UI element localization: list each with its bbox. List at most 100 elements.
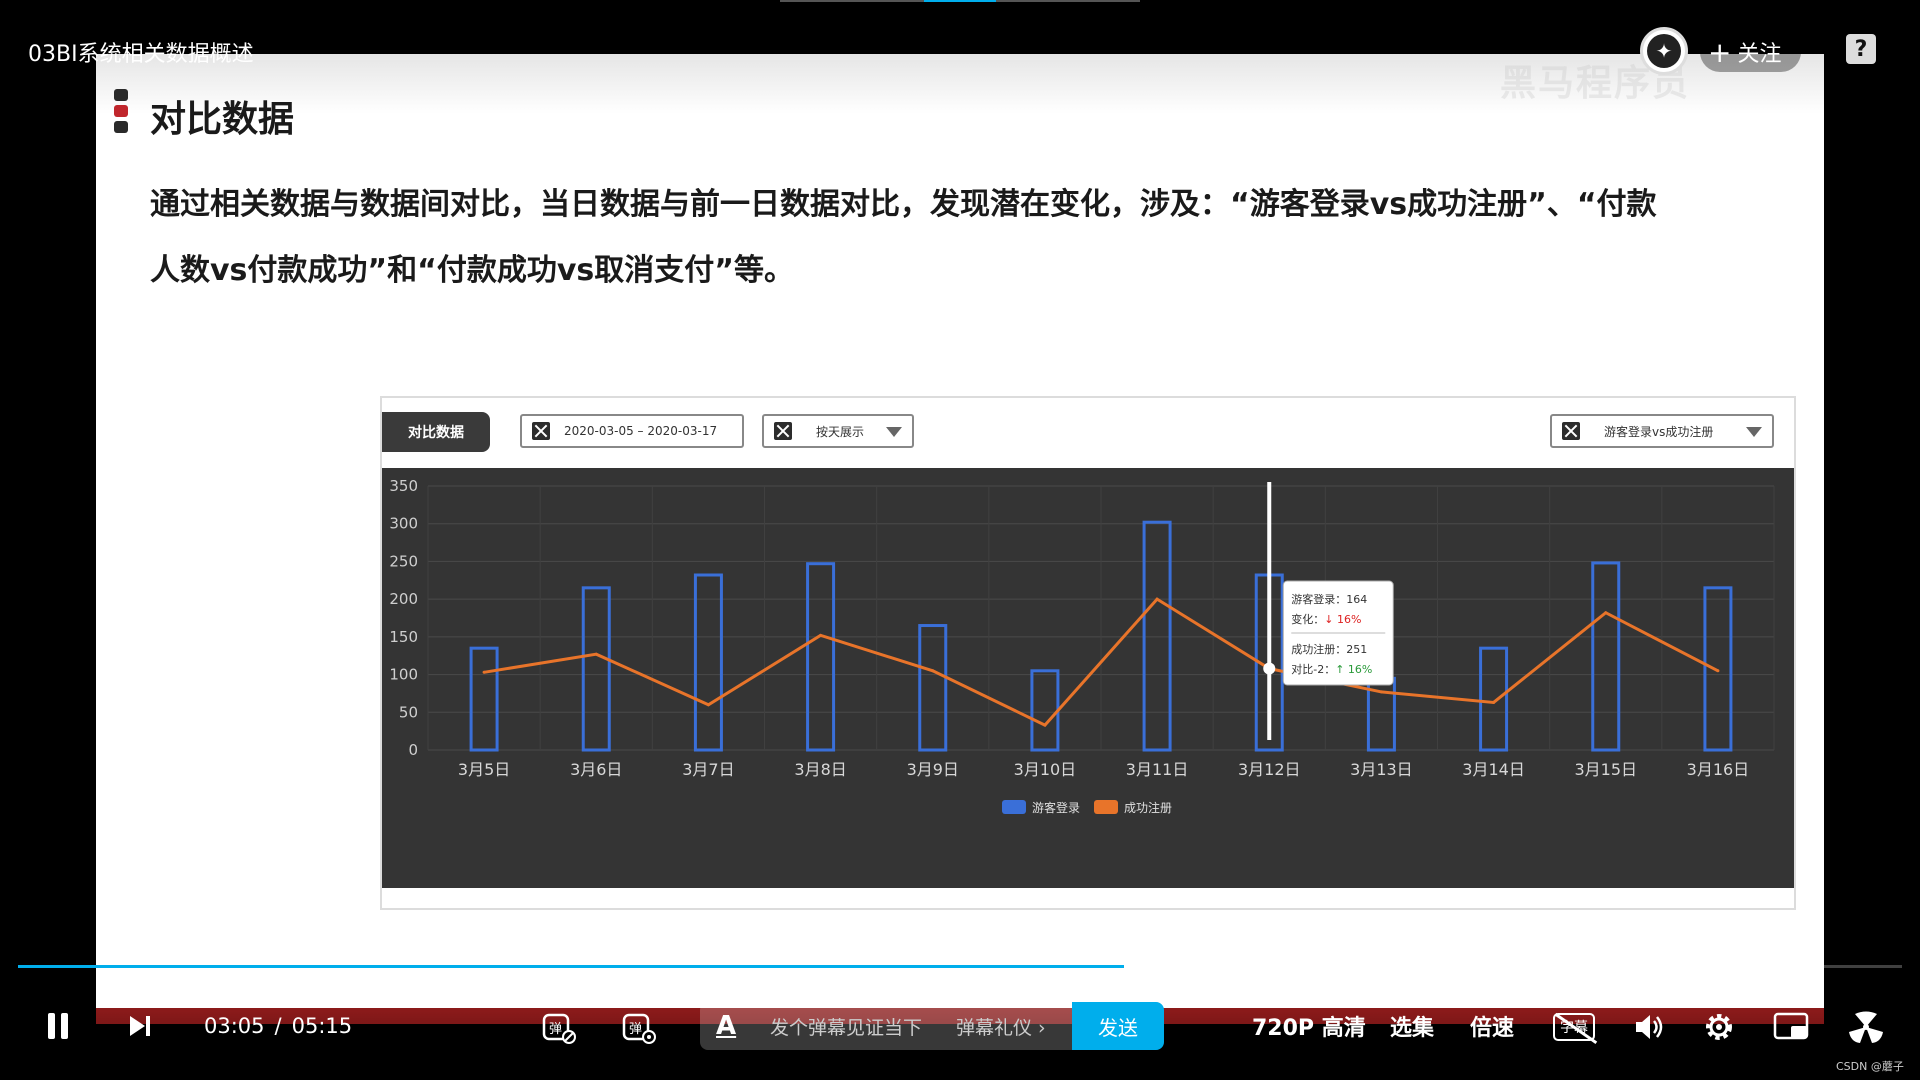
progress-fill — [18, 965, 1124, 968]
danmaku-input-box[interactable]: A 发个弹幕见证当下 弹幕礼仪 › — [700, 1002, 1072, 1050]
tooltip-line: 游客登录：164 — [1291, 592, 1367, 606]
follow-label: 关注 — [1737, 42, 1782, 67]
uploader-avatar[interactable]: ✦ — [1640, 27, 1688, 75]
subtitle-button[interactable]: 字幕 — [1552, 1008, 1598, 1046]
line-point — [1604, 611, 1608, 615]
legend-swatch — [1002, 800, 1026, 814]
next-icon — [130, 1016, 150, 1036]
fullscreen-icon — [1849, 1011, 1883, 1043]
chevron-down-icon — [886, 427, 902, 437]
danmaku-style-icon[interactable]: A — [716, 1011, 754, 1041]
hover-point — [1263, 662, 1276, 675]
x-tick-label: 3月12日 — [1238, 760, 1301, 779]
group-by-select: 按天展示 — [762, 414, 914, 448]
danmaku-settings-icon: 弹 — [622, 1013, 656, 1044]
next-button[interactable] — [122, 1006, 158, 1046]
speed-button[interactable]: 倍速 — [1470, 1006, 1514, 1046]
dashboard-tab: 对比数据 — [382, 412, 490, 452]
line-point — [1716, 669, 1720, 673]
x-tick-label: 3月10日 — [1014, 760, 1077, 779]
x-tick-label: 3月8日 — [794, 760, 846, 779]
csdn-credit: CSDN @蘑子 — [1836, 1060, 1904, 1073]
bar — [1591, 561, 1621, 752]
avatar-icon: ✦ — [1647, 34, 1681, 68]
current-time: 03:05 — [204, 1014, 265, 1038]
tooltip-line: 变化：↓ 16% — [1291, 612, 1361, 626]
legend-swatch — [1094, 800, 1118, 814]
tooltip: 游客登录：164 变化：↓ 16% 成功注册：251 对比-2：↑ 16% — [1282, 580, 1394, 686]
dashboard-screenshot: 对比数据 2020-03-05 – 2020-03-17 按天展示 游客登录vs… — [380, 396, 1796, 910]
svg-text:弹: 弹 — [549, 1022, 562, 1037]
x-tick-label: 3月6日 — [570, 760, 622, 779]
compare-value: 游客登录vs成功注册 — [1604, 424, 1714, 439]
slide-body: 通过相关数据与数据间对比，当日数据与前一日数据对比，发现潜在变化，涉及：“游客登… — [150, 172, 1750, 304]
tooltip-text: 成功注册：251 — [1291, 642, 1367, 656]
svg-text:弹: 弹 — [629, 1022, 642, 1037]
line-point — [819, 633, 823, 637]
y-tick-label: 100 — [389, 666, 418, 684]
pause-button[interactable] — [40, 1006, 76, 1046]
tooltip-text: ↑ 16% — [1335, 663, 1372, 676]
calendar-icon — [532, 422, 550, 440]
danmaku-settings-button[interactable]: 弹 — [620, 1008, 658, 1046]
line-point — [1492, 700, 1496, 704]
tooltip-text: 对比-2： — [1291, 662, 1335, 676]
top-segment — [780, 0, 924, 2]
marker-block — [114, 89, 128, 101]
x-tick-label: 3月13日 — [1350, 760, 1413, 779]
fullscreen-button[interactable] — [1846, 1008, 1886, 1046]
dashboard-toolbar: 对比数据 2020-03-05 – 2020-03-17 按天展示 游客登录vs… — [382, 398, 1794, 468]
legend-label: 游客登录 — [1032, 800, 1080, 815]
date-range-value: 2020-03-05 – 2020-03-17 — [564, 424, 718, 438]
danmaku-etiquette-link[interactable]: 弹幕礼仪 › — [956, 1013, 1046, 1040]
y-tick-label: 350 — [389, 477, 418, 495]
y-tick-label: 200 — [389, 590, 418, 608]
top-segment — [996, 0, 1140, 2]
subtitle-icon: 字幕 — [1553, 1012, 1598, 1044]
tooltip-line: 对比-2：↑ 16% — [1291, 662, 1372, 676]
follow-button[interactable]: + 关注 — [1700, 32, 1802, 72]
danmaku-off-icon: 弹 — [542, 1013, 576, 1044]
slide-title: 对比数据 — [150, 99, 295, 140]
help-button[interactable]: ? — [1846, 34, 1876, 64]
y-tick-label: 300 — [389, 515, 418, 533]
y-tick-label: 50 — [399, 703, 418, 721]
bar — [1142, 520, 1172, 752]
bar — [918, 624, 948, 752]
time-display: 03:05 / 05:15 — [204, 1006, 352, 1046]
time-separator: / — [274, 1014, 282, 1038]
bar — [1030, 669, 1060, 752]
bar — [693, 573, 723, 752]
top-segment-active — [924, 0, 996, 2]
chart-area: 0 50 100 150 200 250 300 350 3月5日 3月6日 3月7日 3月8日 3月9… — [382, 468, 1794, 888]
plus-icon: + — [1708, 35, 1732, 69]
bar — [469, 646, 499, 752]
danmaku-toggle-button[interactable]: 弹 — [540, 1008, 578, 1046]
send-button[interactable]: 发送 — [1072, 1002, 1164, 1050]
line-point — [1379, 690, 1383, 694]
volume-icon — [1636, 1015, 1663, 1039]
group-by-value: 按天展示 — [816, 424, 865, 439]
quality-button[interactable]: 720P 高清 — [1252, 1006, 1366, 1046]
settings-button[interactable] — [1700, 1008, 1738, 1046]
danmaku-input[interactable]: 发个弹幕见证当下 — [770, 1013, 922, 1040]
bar — [1703, 586, 1733, 752]
marker-block — [114, 105, 128, 117]
picture-in-picture-button[interactable] — [1772, 1008, 1812, 1046]
episodes-button[interactable]: 选集 — [1390, 1006, 1434, 1046]
video-player[interactable]: 对比数据 通过相关数据与数据间对比，当日数据与前一日数据对比，发现潜在变化，涉及… — [0, 0, 1920, 1080]
video-title: 03BI系统相关数据概述 — [28, 42, 254, 67]
duration: 05:15 — [291, 1014, 353, 1038]
y-tick-label: 0 — [408, 741, 418, 759]
x-tick-label: 3月5日 — [458, 760, 510, 779]
slide: 对比数据 通过相关数据与数据间对比，当日数据与前一日数据对比，发现潜在变化，涉及… — [96, 54, 1824, 1020]
pip-icon — [1773, 1012, 1809, 1040]
line-point — [1155, 597, 1159, 601]
tooltip-text: ↓ 16% — [1324, 613, 1361, 626]
progress-bar[interactable] — [18, 965, 1902, 968]
volume-button[interactable] — [1630, 1008, 1668, 1046]
line-point — [482, 670, 486, 674]
tooltip-line: 成功注册：251 — [1291, 642, 1367, 656]
legend-label: 成功注册 — [1124, 800, 1172, 815]
slide-body-line: 通过相关数据与数据间对比，当日数据与前一日数据对比，发现潜在变化，涉及：“游客登… — [150, 187, 1657, 222]
